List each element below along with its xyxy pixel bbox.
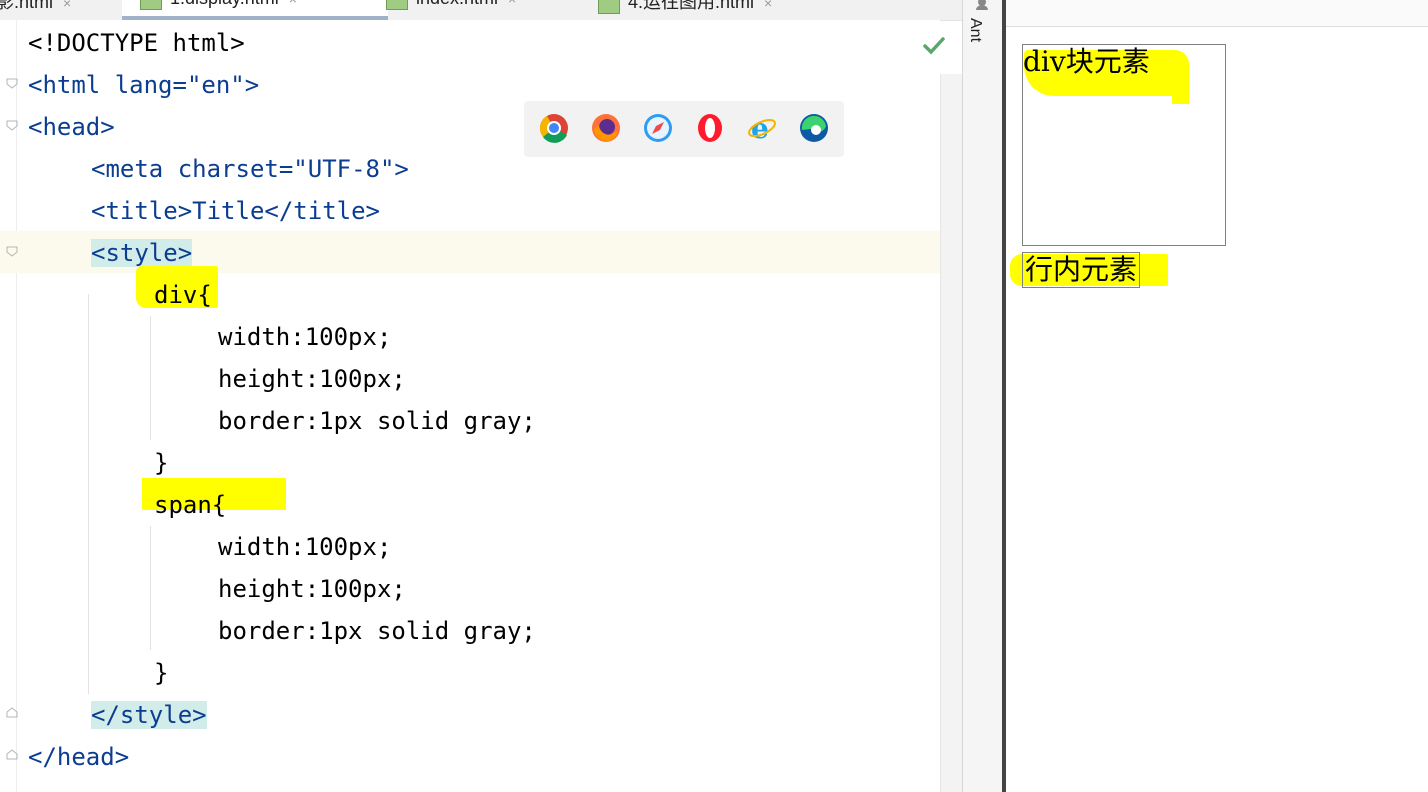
browser-selector: e [524, 101, 844, 157]
fold-marker-icon[interactable] [6, 119, 18, 131]
tab-label: 4.运往图用.html [628, 0, 755, 12]
css-selector-span: span{ [154, 491, 227, 519]
close-icon[interactable]: × [289, 0, 298, 7]
code-line: <title>Title</title> [0, 189, 940, 231]
title-tag: <title>Title</title> [91, 197, 380, 225]
css-declaration: width:100px; [218, 533, 392, 561]
meta-tag: <meta charset="UTF-8"> [91, 155, 409, 183]
code-line: height:100px; [0, 567, 940, 609]
tab-file-1[interactable]: 影.html × [0, 0, 72, 18]
ant-tool-tab[interactable]: Ant [966, 18, 984, 42]
code-line: </style> [0, 693, 940, 735]
firefox-icon[interactable] [591, 113, 621, 143]
fold-marker-icon[interactable] [6, 707, 18, 719]
editor-scrollbar[interactable] [940, 74, 963, 792]
html-file-icon [598, 0, 620, 15]
fold-marker-icon[interactable] [6, 749, 18, 761]
doctype-token: <!DOCTYPE html> [28, 29, 245, 57]
css-declaration: height:100px; [218, 365, 406, 393]
chrome-icon[interactable] [539, 113, 569, 143]
side-tool-strip [962, 0, 1003, 792]
code-line: span{ [0, 483, 940, 525]
css-close-brace: } [154, 659, 169, 687]
css-declaration: border:1px solid gray; [218, 617, 536, 645]
code-line: <html lang="en"> [0, 63, 940, 105]
code-line: width:100px; [0, 315, 940, 357]
html-file-icon [386, 0, 408, 11]
svg-text:e: e [751, 113, 769, 143]
code-line: <!DOCTYPE html> [0, 21, 940, 63]
code-line: border:1px solid gray; [0, 609, 940, 651]
tab-file-3[interactable]: index.html × [386, 0, 517, 18]
tab-label: 1.display.html [170, 0, 279, 8]
css-close-brace: } [154, 449, 169, 477]
safari-icon[interactable] [643, 113, 673, 143]
ie-icon[interactable]: e [747, 112, 777, 145]
demo-block-div: div块元素 [1022, 44, 1226, 246]
tab-file-4[interactable]: 4.运往图用.html × [598, 0, 773, 18]
html-tag: <html lang="en"> [28, 71, 260, 99]
fold-marker-icon[interactable] [6, 77, 18, 89]
head-close-tag: </head> [28, 743, 130, 771]
code-line: div{ [0, 273, 940, 315]
code-line: width:100px; [0, 525, 940, 567]
check-icon[interactable] [922, 34, 946, 58]
code-line: border:1px solid gray; [0, 399, 940, 441]
demo-inline-span: 行内元素 [1022, 252, 1141, 288]
code-line: </head> [0, 735, 940, 777]
demo-span-text: 行内元素 [1025, 253, 1138, 286]
css-declaration: width:100px; [218, 323, 392, 351]
opera-icon[interactable] [695, 113, 725, 143]
html-file-icon [140, 0, 162, 11]
code-line: } [0, 651, 940, 693]
css-declaration: border:1px solid gray; [218, 407, 536, 435]
tab-file-2[interactable]: 1.display.html × [122, 0, 388, 20]
editor-tab-bar: 影.html × 1.display.html × index.html × 4.运往… [0, 0, 962, 21]
close-icon[interactable]: × [508, 0, 517, 7]
css-selector-div: div{ [154, 281, 212, 309]
preview-toolbar [1006, 0, 1428, 27]
code-line: } [0, 441, 940, 483]
tab-label: index.html [416, 0, 498, 8]
head-tag: <head> [28, 113, 115, 141]
close-icon[interactable]: × [63, 0, 72, 11]
demo-div-text: div块元素 [1023, 45, 1150, 78]
style-open-tag: <style> [91, 239, 193, 267]
css-declaration: height:100px; [218, 575, 406, 603]
tab-label: 影.html [0, 0, 54, 12]
person-icon [976, 0, 988, 10]
code-line: height:100px; [0, 357, 940, 399]
edge-icon[interactable] [799, 113, 829, 143]
fold-marker-icon[interactable] [6, 245, 18, 257]
close-icon[interactable]: × [764, 0, 773, 11]
style-close-tag: </style> [91, 701, 207, 729]
